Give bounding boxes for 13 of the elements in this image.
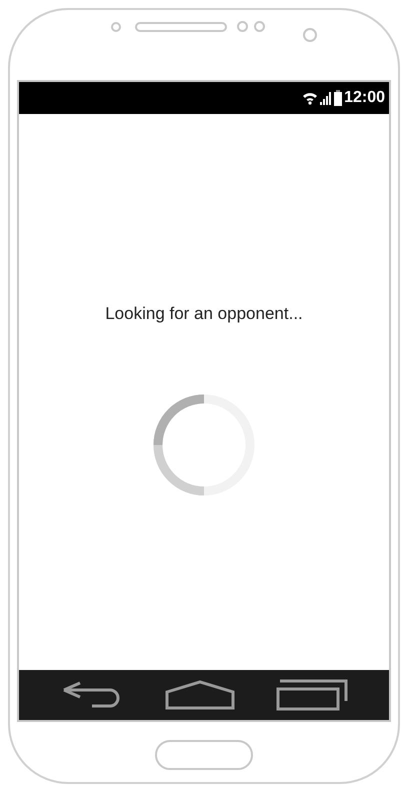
speaker-icon [135,22,227,32]
status-time: 12:00 [344,90,385,106]
camera-icon [303,28,317,42]
spinner-icon [152,392,256,496]
sensor-icon [237,21,248,32]
sensor-icon [254,21,265,32]
wifi-icon [302,91,318,105]
signal-icon [320,91,332,105]
home-icon[interactable] [164,680,235,710]
battery-icon [334,90,342,106]
sensor-icon [111,22,121,32]
recent-apps-icon[interactable] [276,679,348,711]
status-message: Looking for an opponent... [105,303,303,325]
